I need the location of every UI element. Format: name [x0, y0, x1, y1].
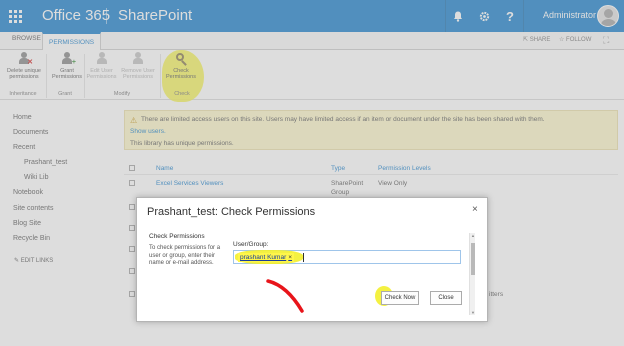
scrollbar-thumb[interactable] — [471, 243, 475, 275]
user-token-label: prashant Kumar — [240, 254, 287, 261]
check-permissions-dialog: Prashant_test: Check Permissions × Check… — [136, 197, 488, 322]
dialog-scrollbar[interactable]: ▲ ▼ — [469, 233, 475, 315]
section-title: Check Permissions — [149, 233, 205, 240]
scroll-down-icon[interactable]: ▼ — [470, 310, 476, 315]
check-now-button[interactable]: Check Now — [381, 291, 419, 305]
dialog-title: Prashant_test: Check Permissions — [147, 206, 316, 218]
text-caret — [303, 253, 304, 262]
user-token[interactable]: prashant Kumar × — [238, 253, 295, 262]
close-button[interactable]: Close — [430, 291, 462, 305]
user-group-label: User/Group: — [233, 241, 269, 248]
section-description: To check permissions for a user or group… — [149, 245, 221, 266]
red-annotation-stroke — [266, 279, 304, 313]
scroll-up-icon[interactable]: ▲ — [470, 233, 476, 238]
remove-token-icon[interactable]: × — [288, 254, 292, 261]
close-icon[interactable]: × — [472, 204, 478, 215]
user-group-input[interactable]: prashant Kumar × — [233, 250, 461, 264]
